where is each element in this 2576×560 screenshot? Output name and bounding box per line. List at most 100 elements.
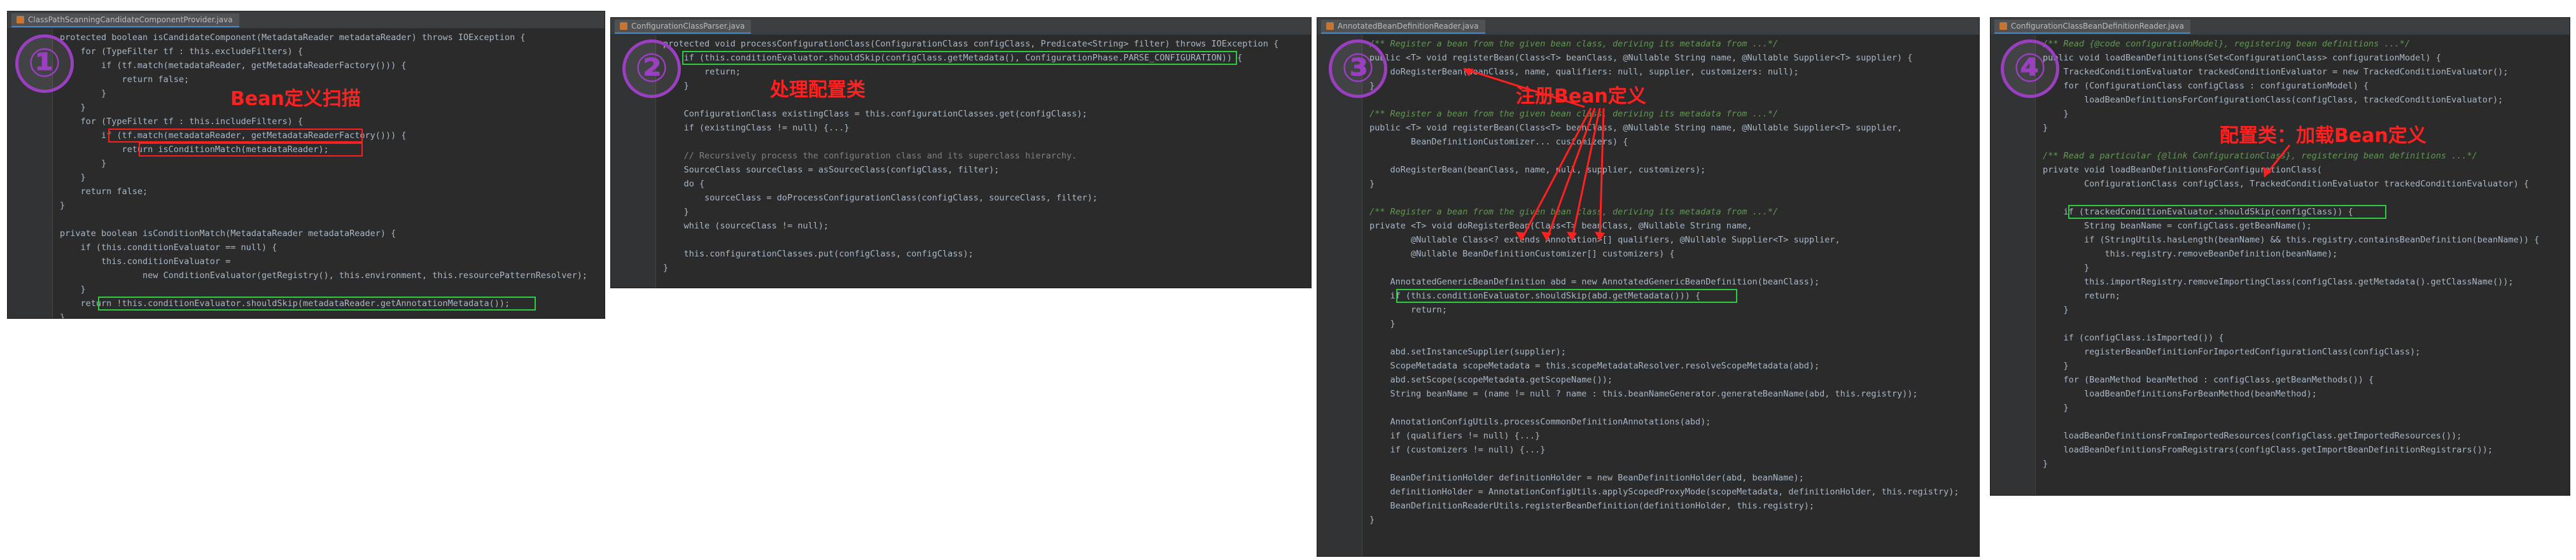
- code-line[interactable]: }: [611, 79, 1311, 93]
- code-line[interactable]: return;: [1991, 289, 2570, 303]
- code-line[interactable]: loadBeanDefinitionsFromImportedResources…: [1991, 429, 2570, 443]
- code-line[interactable]: do {: [611, 177, 1311, 191]
- code-line[interactable]: public <T> void registerBean(Class<T> be…: [1317, 51, 1979, 65]
- code-line[interactable]: ScopeMetadata scopeMetadata = this.scope…: [1317, 359, 1979, 373]
- code-line[interactable]: protected void processConfigurationClass…: [611, 37, 1311, 51]
- code-line[interactable]: }: [1317, 177, 1979, 191]
- code-line[interactable]: }: [8, 157, 605, 171]
- code-line[interactable]: }: [8, 199, 605, 213]
- code-line[interactable]: return;: [1317, 303, 1979, 317]
- code-line[interactable]: return false;: [8, 185, 605, 199]
- code-line[interactable]: if (configClass.isImported()) {: [1991, 331, 2570, 345]
- code-line[interactable]: @Nullable BeanDefinitionCustomizer[] cus…: [1317, 247, 1979, 261]
- code-line[interactable]: BeanDefinitionReaderUtils.registerBeanDe…: [1317, 499, 1979, 513]
- code-line[interactable]: String beanName = (name != null ? name :…: [1317, 387, 1979, 401]
- code-line[interactable]: protected boolean isCandidateComponent(M…: [8, 31, 605, 45]
- code-text: }: [1369, 179, 1375, 189]
- code-line[interactable]: for (ConfigurationClass configClass : co…: [1991, 79, 2570, 93]
- file-tab[interactable]: AnnotatedBeanDefinitionReader.java: [1321, 20, 1485, 34]
- code-line[interactable]: definitionHolder = AnnotationConfigUtils…: [1317, 485, 1979, 499]
- code-text: }: [60, 200, 66, 211]
- code-line[interactable]: BeanDefinitionHolder definitionHolder = …: [1317, 471, 1979, 485]
- code-line[interactable]: for (BeanMethod beanMethod : configClass…: [1991, 373, 2570, 387]
- code-line[interactable]: [1991, 415, 2570, 429]
- code-line[interactable]: [1317, 191, 1979, 205]
- code-line[interactable]: [611, 135, 1311, 149]
- code-line[interactable]: }: [1991, 401, 2570, 415]
- code-line[interactable]: [1317, 261, 1979, 275]
- code-line[interactable]: }: [1317, 317, 1979, 331]
- code-line[interactable]: }: [1991, 107, 2570, 121]
- code-line[interactable]: if (this.conditionEvaluator == null) {: [8, 241, 605, 255]
- code-line[interactable]: doRegisterBean(beanClass, name, qualifie…: [1317, 65, 1979, 79]
- code-line[interactable]: this.configurationClasses.put(configClas…: [611, 247, 1311, 261]
- code-line[interactable]: }: [611, 205, 1311, 219]
- code-line[interactable]: sourceClass = doProcessConfigurationClas…: [611, 191, 1311, 205]
- code-line[interactable]: this.importRegistry.removeImportingClass…: [1991, 275, 2570, 289]
- code-line[interactable]: [1991, 317, 2570, 331]
- code-line[interactable]: @Nullable Class<? extends Annotation>[] …: [1317, 233, 1979, 247]
- code-line[interactable]: /** Register a bean from the given bean …: [1317, 37, 1979, 51]
- code-line[interactable]: AnnotatedGenericBeanDefinition abd = new…: [1317, 275, 1979, 289]
- code-line[interactable]: SourceClass sourceClass = asSourceClass(…: [611, 163, 1311, 177]
- code-line[interactable]: [1317, 93, 1979, 107]
- code-line[interactable]: if (tf.match(metadataReader, getMetadata…: [8, 59, 605, 73]
- code-line[interactable]: [8, 213, 605, 227]
- code-line[interactable]: if (qualifiers != null) {...}: [1317, 429, 1979, 443]
- code-line[interactable]: ConfigurationClass existingClass = this.…: [611, 107, 1311, 121]
- code-line[interactable]: abd.setScope(scopeMetadata.getScopeName(…: [1317, 373, 1979, 387]
- code-line[interactable]: }: [1991, 457, 2570, 471]
- code-line[interactable]: for (TypeFilter tf : this.excludeFilters…: [8, 45, 605, 59]
- code-line[interactable]: loadBeanDefinitionsFromRegistrars(config…: [1991, 443, 2570, 457]
- code-line[interactable]: [1317, 457, 1979, 471]
- code-line[interactable]: [611, 93, 1311, 107]
- code-line[interactable]: /** Register a bean from the given bean …: [1317, 107, 1979, 121]
- code-line[interactable]: loadBeanDefinitionsForBeanMethod(beanMet…: [1991, 387, 2570, 401]
- code-line[interactable]: [1317, 331, 1979, 345]
- code-line[interactable]: [1991, 191, 2570, 205]
- code-line[interactable]: }: [8, 311, 605, 318]
- code-line[interactable]: this.conditionEvaluator =: [8, 255, 605, 269]
- code-line[interactable]: /** Read {@code configurationModel}, reg…: [1991, 37, 2570, 51]
- code-line[interactable]: /** Read a particular {@link Configurati…: [1991, 149, 2570, 163]
- code-line[interactable]: public <T> void registerBean(Class<T> be…: [1317, 121, 1979, 135]
- code-line[interactable]: ConfigurationClass configClass, TrackedC…: [1991, 177, 2570, 191]
- code-line[interactable]: private boolean isConditionMatch(Metadat…: [8, 227, 605, 241]
- code-line[interactable]: while (sourceClass != null);: [611, 219, 1311, 233]
- code-line[interactable]: doRegisterBean(beanClass, name, null, su…: [1317, 163, 1979, 177]
- code-line[interactable]: if (customizers != null) {...}: [1317, 443, 1979, 457]
- code-line[interactable]: }: [8, 171, 605, 185]
- code-line[interactable]: }: [1991, 261, 2570, 275]
- code-line[interactable]: /** Register a bean from the given bean …: [1317, 205, 1979, 219]
- code-line[interactable]: private void loadBeanDefinitionsForConfi…: [1991, 163, 2570, 177]
- code-line[interactable]: [1317, 401, 1979, 415]
- code-line[interactable]: [1317, 149, 1979, 163]
- file-tab[interactable]: ConfigurationClassParser.java: [615, 20, 752, 34]
- code-line[interactable]: private <T> void doRegisterBean(Class<T>…: [1317, 219, 1979, 233]
- code-line[interactable]: String beanName = configClass.getBeanNam…: [1991, 219, 2570, 233]
- code-line[interactable]: }: [611, 261, 1311, 275]
- file-tab[interactable]: ClassPathScanningCandidateComponentProvi…: [11, 13, 239, 27]
- code-line[interactable]: BeanDefinitionCustomizer... customizers)…: [1317, 135, 1979, 149]
- code-line[interactable]: loadBeanDefinitionsForConfigurationClass…: [1991, 93, 2570, 107]
- code-line[interactable]: public void loadBeanDefinitions(Set<Conf…: [1991, 51, 2570, 65]
- code-line[interactable]: this.registry.removeBeanDefinition(beanN…: [1991, 247, 2570, 261]
- code-line[interactable]: return;: [611, 65, 1311, 79]
- code-line[interactable]: abd.setInstanceSupplier(supplier);: [1317, 345, 1979, 359]
- code-line[interactable]: }: [1991, 359, 2570, 373]
- code-line[interactable]: }: [1991, 303, 2570, 317]
- code-line[interactable]: AnnotationConfigUtils.processCommonDefin…: [1317, 415, 1979, 429]
- code-line[interactable]: registerBeanDefinitionForImportedConfigu…: [1991, 345, 2570, 359]
- code-line[interactable]: }: [1317, 513, 1979, 527]
- code-text: if (configClass.isImported()) {: [2043, 333, 2224, 343]
- code-line[interactable]: if (StringUtils.hasLength(beanName) && t…: [1991, 233, 2570, 247]
- code-line[interactable]: }: [8, 283, 605, 297]
- code-line[interactable]: TrackedConditionEvaluator trackedConditi…: [1991, 65, 2570, 79]
- code-line[interactable]: [611, 233, 1311, 247]
- code-line[interactable]: for (TypeFilter tf : this.includeFilters…: [8, 115, 605, 129]
- code-line[interactable]: if (existingClass != null) {...}: [611, 121, 1311, 135]
- code-line[interactable]: // Recursively process the configuration…: [611, 149, 1311, 163]
- code-line[interactable]: new ConditionEvaluator(getRegistry(), th…: [8, 269, 605, 283]
- file-tab[interactable]: ConfigurationClassBeanDefinitionReader.j…: [1994, 20, 2190, 34]
- code-line[interactable]: }: [1317, 79, 1979, 93]
